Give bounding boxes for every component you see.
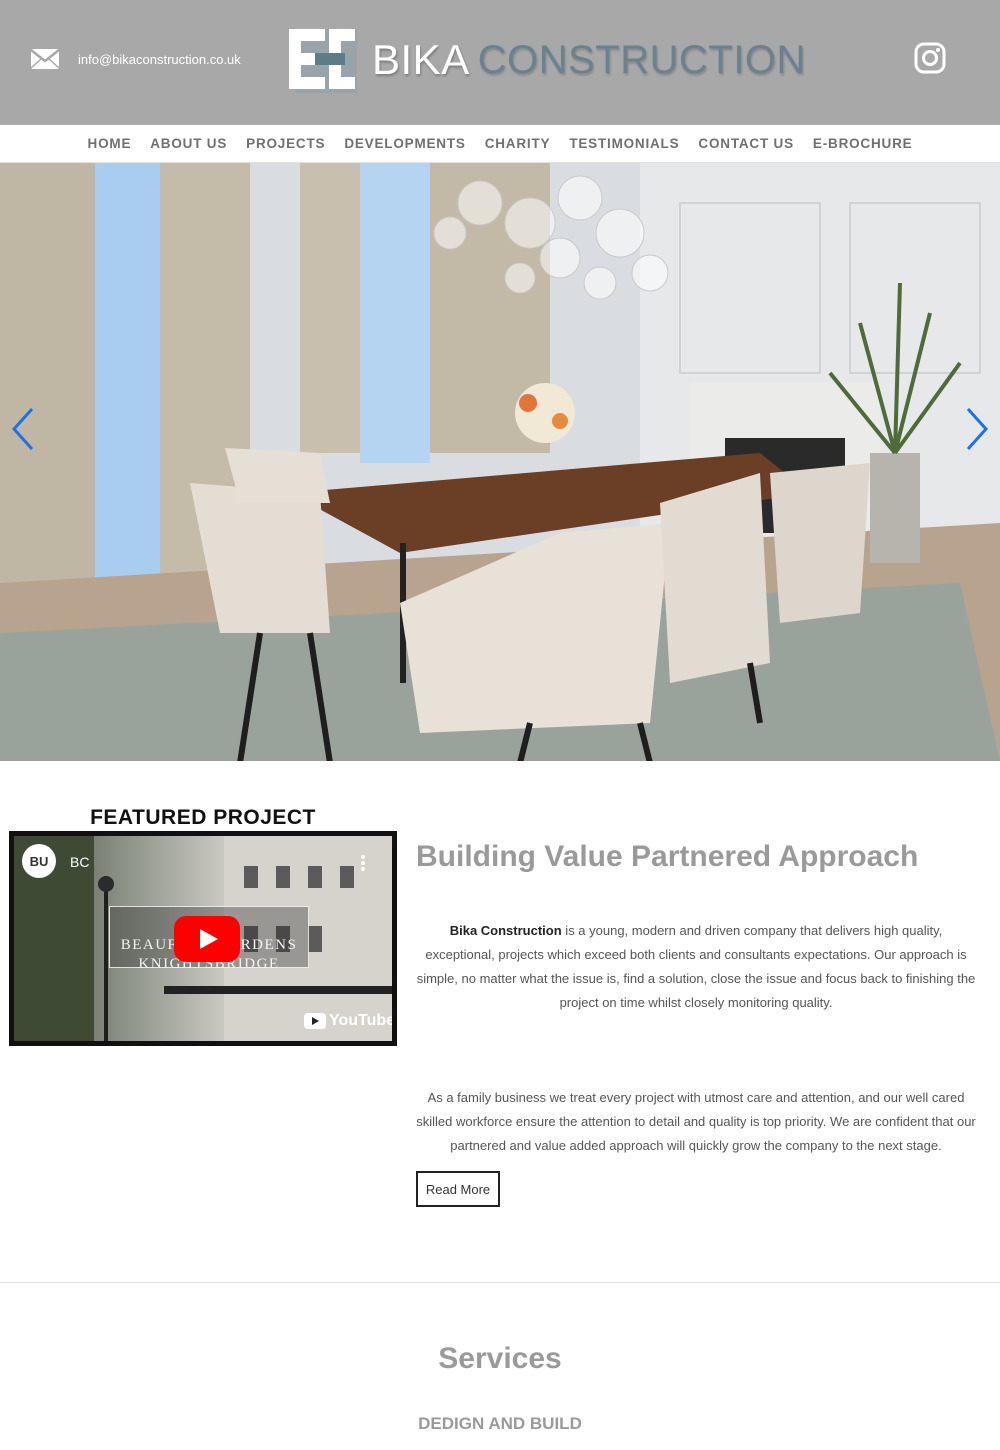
- email-link[interactable]: info@bikaconstruction.co.uk: [30, 48, 241, 70]
- channel-avatar[interactable]: BU: [22, 844, 56, 878]
- envelope-icon: [30, 49, 60, 69]
- services-heading: Services: [438, 1342, 562, 1375]
- featured-video[interactable]: BU BC 21-24 BEAUFORT GARDENS KNIGHTSBRID…: [9, 831, 397, 1046]
- company-name: Bika Construction: [449, 923, 562, 938]
- youtube-label: YouTube: [329, 1012, 396, 1029]
- about-paragraph-1: Bika Construction is a young, modern and…: [416, 919, 976, 1015]
- section-divider: [0, 1282, 1000, 1283]
- chevron-right-icon[interactable]: [962, 406, 992, 452]
- site-logo[interactable]: BIKA CONSTRUCTION: [285, 25, 806, 95]
- more-options-icon[interactable]: [360, 854, 366, 872]
- instagram-icon[interactable]: [914, 42, 946, 74]
- about-paragraph-2: As a family business we treat every proj…: [416, 1090, 976, 1153]
- youtube-icon: [304, 1013, 326, 1029]
- nav-home[interactable]: HOME: [88, 136, 132, 151]
- hero-slider: [0, 163, 1000, 761]
- nav-developments[interactable]: DEVELOPMENTS: [344, 136, 465, 151]
- nav-contact-us[interactable]: CONTACT US: [698, 136, 794, 151]
- nav-e-brochure[interactable]: E-BROCHURE: [813, 136, 913, 151]
- logo-mark-icon: [289, 29, 357, 93]
- nav-testimonials[interactable]: TESTIMONIALS: [569, 136, 679, 151]
- nav-charity[interactable]: CHARITY: [485, 136, 551, 151]
- brand-name: BIKA: [372, 36, 470, 83]
- header: info@bikaconstruction.co.uk BIKA CONSTRU…: [0, 0, 1000, 125]
- play-button-icon[interactable]: [174, 916, 240, 962]
- channel-name[interactable]: BC: [70, 854, 89, 870]
- about-heading: Building Value Partnered Approach: [416, 840, 919, 873]
- nav-projects[interactable]: PROJECTS: [246, 136, 325, 151]
- read-more-button[interactable]: Read More: [416, 1171, 500, 1207]
- nav-about-us[interactable]: ABOUT US: [150, 136, 227, 151]
- brand-name-secondary: CONSTRUCTION: [477, 37, 806, 82]
- chevron-left-icon[interactable]: [8, 406, 38, 452]
- main-nav: HOME ABOUT US PROJECTS DEVELOPMENTS CHAR…: [0, 125, 1000, 163]
- hero-image: [0, 163, 1000, 761]
- youtube-logo[interactable]: YouTube: [304, 1012, 396, 1030]
- email-address: info@bikaconstruction.co.uk: [78, 51, 241, 67]
- service-item-title: DEDIGN AND BUILD: [418, 1414, 582, 1433]
- featured-project-title: FEATURED PROJECT: [90, 806, 316, 829]
